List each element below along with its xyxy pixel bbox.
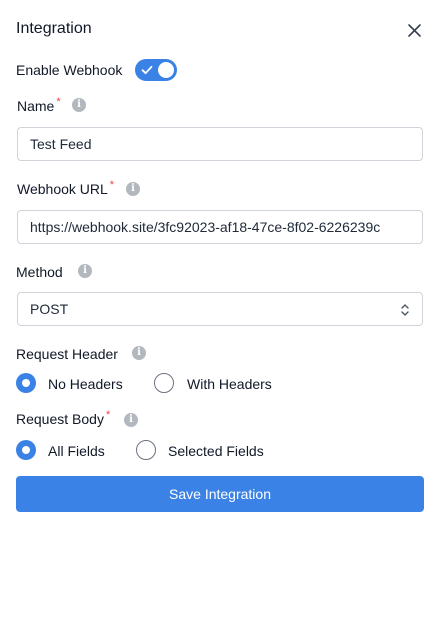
chevron-updown-icon — [401, 304, 409, 316]
name-label-text: Name — [17, 98, 55, 114]
info-icon[interactable]: i — [124, 413, 138, 427]
info-icon[interactable]: i — [72, 98, 86, 112]
panel-title: Integration — [16, 20, 92, 37]
radio-all-fields[interactable] — [16, 440, 36, 460]
webhook-url-label-text: Webhook URL — [17, 181, 108, 197]
check-icon — [141, 65, 153, 75]
request-body-label: Request Body * — [16, 409, 111, 427]
radio-with-headers[interactable] — [154, 373, 174, 393]
enable-webhook-label: Enable Webhook — [16, 62, 123, 78]
close-icon[interactable] — [406, 22, 423, 39]
info-icon[interactable]: i — [132, 346, 146, 360]
toggle-knob — [158, 62, 174, 78]
radio-selected-fields[interactable] — [136, 440, 156, 460]
radio-all-fields-label[interactable]: All Fields — [48, 443, 105, 459]
request-body-label-text: Request Body — [16, 411, 104, 427]
method-select[interactable]: POST — [17, 292, 423, 326]
request-header-label: Request Header — [16, 346, 118, 362]
save-integration-button[interactable]: Save Integration — [16, 476, 424, 512]
webhook-url-input[interactable]: https://webhook.site/3fc92023-af18-47ce-… — [17, 210, 423, 244]
enable-webhook-toggle[interactable] — [135, 59, 177, 81]
radio-with-headers-label[interactable]: With Headers — [187, 376, 272, 392]
name-label: Name * — [17, 96, 61, 114]
radio-selected-fields-label[interactable]: Selected Fields — [168, 443, 264, 459]
required-mark: * — [56, 96, 61, 108]
webhook-url-label: Webhook URL * — [17, 179, 115, 197]
method-select-value: POST — [30, 301, 69, 317]
info-icon[interactable]: i — [78, 264, 92, 278]
required-mark: * — [105, 409, 111, 421]
info-icon[interactable]: i — [126, 182, 140, 196]
method-label: Method — [16, 264, 63, 280]
required-mark: * — [109, 179, 115, 191]
radio-no-headers-label[interactable]: No Headers — [48, 376, 123, 392]
name-input[interactable]: Test Feed — [17, 127, 423, 161]
radio-no-headers[interactable] — [16, 373, 36, 393]
